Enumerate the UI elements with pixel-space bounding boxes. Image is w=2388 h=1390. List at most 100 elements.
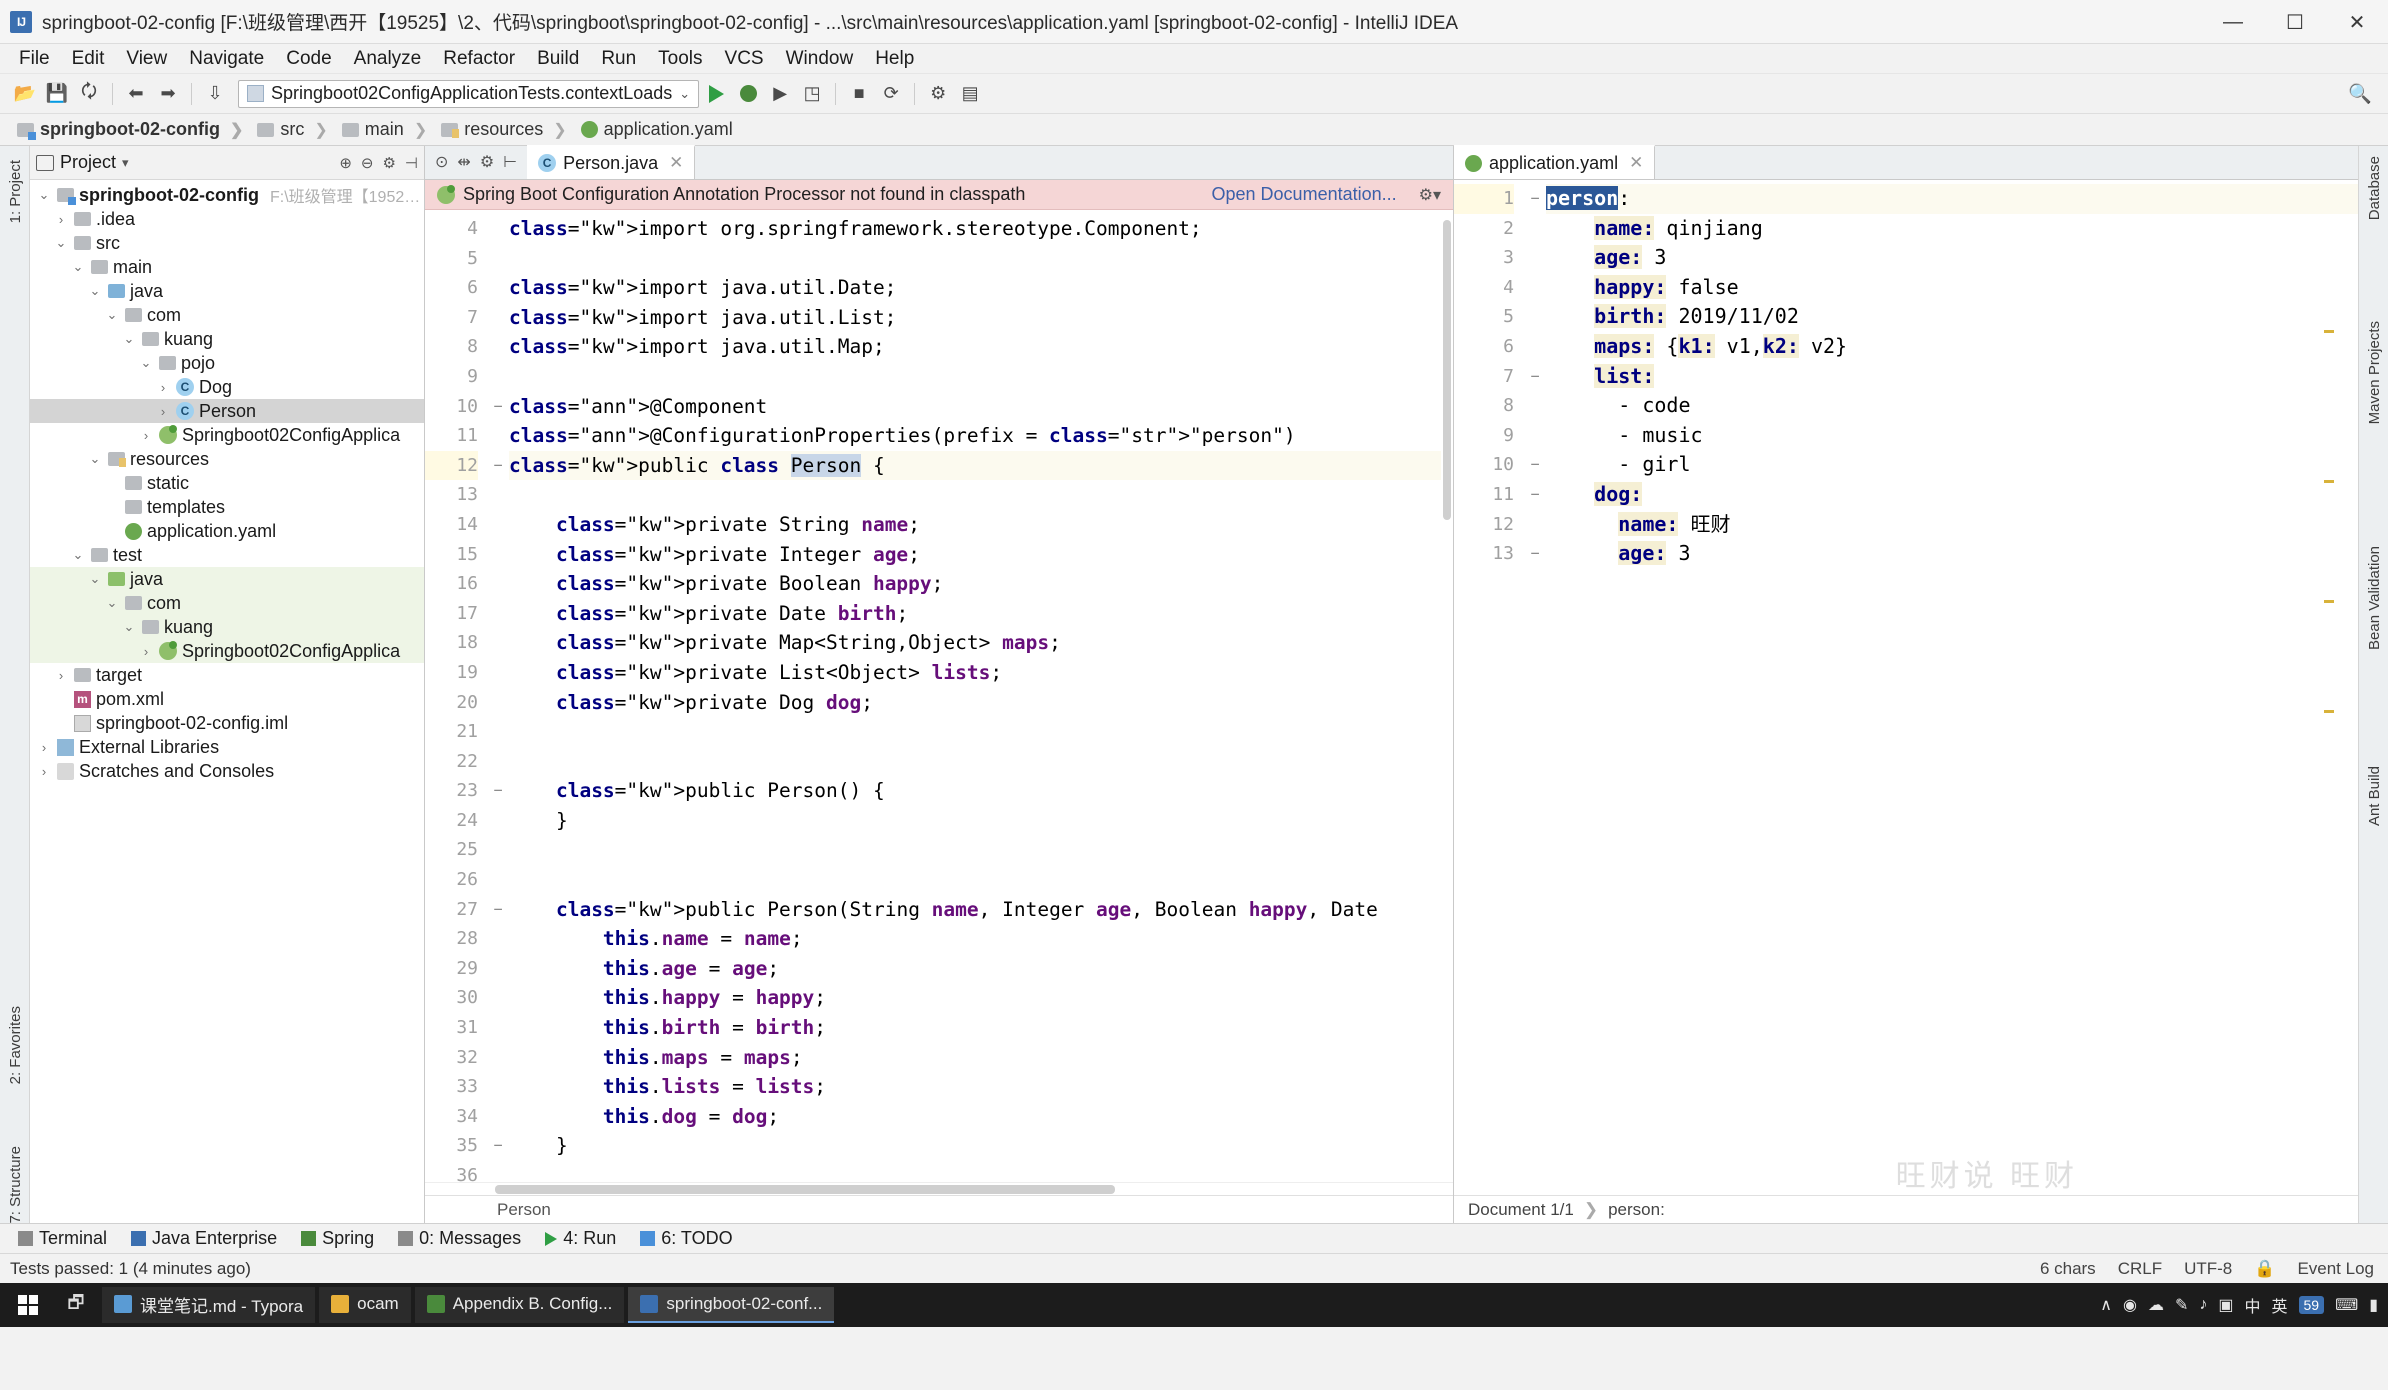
notification-badge[interactable]: 59 [2299,1296,2325,1314]
breadcrumb-item-resources[interactable]: resources ❯ [434,119,573,140]
code-line[interactable] [509,1161,1453,1182]
tree-expand-arrow[interactable]: › [138,428,154,443]
fold-marker[interactable] [487,421,509,451]
fold-marker[interactable] [487,332,509,362]
menu-analyze[interactable]: Analyze [343,46,433,72]
ime-chinese-icon[interactable]: 中 [2244,1293,2260,1317]
tree-expand-arrow[interactable]: ⌄ [121,331,137,347]
yaml-code-line[interactable]: - music [1546,421,2358,451]
bottom-tab-spring[interactable]: Spring [291,1226,384,1251]
back-icon[interactable]: ⬅ [121,79,151,109]
yaml-code-line[interactable]: list: [1546,362,2358,392]
fold-marker[interactable]: − [1524,450,1546,480]
java-fold-column[interactable]: −−−−−− [487,210,509,1182]
bottom-tab-messages[interactable]: 0: Messages [388,1226,531,1251]
status-bar[interactable]: Tests passed: 1 (4 minutes ago) 6 chars … [0,1253,2388,1283]
chevron-down-icon[interactable]: ⌄ [679,86,690,102]
tree-expand-arrow[interactable]: ⌄ [87,571,103,587]
close-icon[interactable]: ✕ [669,153,683,173]
java-horizontal-scrollbar[interactable] [425,1182,1453,1195]
rail-item-structure[interactable]: 7: Structure [0,1146,30,1224]
tree-expand-arrow[interactable]: › [155,404,171,419]
yaml-fold-column[interactable]: −−−−− [1524,180,1546,1195]
tree-node-scratches-and-consoles[interactable]: ›Scratches and Consoles [30,759,424,783]
yaml-code-line[interactable]: birth: 2019/11/02 [1546,302,2358,332]
tab-person-java[interactable]: C Person.java ✕ [527,145,695,179]
tree-expand-arrow[interactable]: › [53,212,69,227]
fold-marker[interactable] [487,569,509,599]
code-line[interactable]: this.dog = dog; [509,1102,1453,1132]
tray-app-icon-1[interactable]: ◉ [2123,1295,2137,1315]
code-line[interactable]: class="kw">private Date birth; [509,599,1453,629]
fold-marker[interactable] [487,214,509,244]
expand-all-icon[interactable]: ⊕ [339,154,352,172]
fold-marker[interactable]: − [487,895,509,925]
tree-node-springboot-02-config[interactable]: ⌄springboot-02-configF:\班级管理【19525】 [30,183,424,207]
tree-node-test[interactable]: ⌄test [30,543,424,567]
yaml-code-line[interactable]: name: qinjiang [1546,214,2358,244]
yaml-code-line[interactable]: happy: false [1546,273,2358,303]
tree-node-springboot02configapplica[interactable]: ›Springboot02ConfigApplica [30,639,424,663]
file-encoding[interactable]: UTF-8 [2184,1259,2232,1279]
breadcrumb-item-main[interactable]: main ❯ [335,119,434,140]
tree-node-resources[interactable]: ⌄resources [30,447,424,471]
fold-marker[interactable] [487,688,509,718]
menu-run[interactable]: Run [590,46,647,72]
event-log-button[interactable]: Event Log [2297,1259,2374,1279]
maximize-button[interactable]: ☐ [2264,0,2326,44]
fold-marker[interactable]: − [487,451,509,481]
profile-icon[interactable]: ◳ [797,79,827,109]
tree-node-kuang[interactable]: ⌄kuang [30,327,424,351]
code-line[interactable]: class="kw">private Map<String,Object> ma… [509,628,1453,658]
fold-marker[interactable]: − [1524,480,1546,510]
editor-tab-strip[interactable]: ⊙ ⇹ ⚙ ⊢ C Person.java ✕ [425,146,1453,180]
menu-vcs[interactable]: VCS [714,46,775,72]
fold-marker[interactable] [1524,510,1546,540]
forward-icon[interactable]: ➡ [153,79,183,109]
code-line[interactable]: } [509,806,1453,836]
code-line[interactable]: class="kw">import java.util.List; [509,303,1453,333]
tree-expand-arrow[interactable]: ⌄ [104,307,120,323]
yaml-code-line[interactable]: age: 3 [1546,539,2358,569]
tree-node-pojo[interactable]: ⌄pojo [30,351,424,375]
menu-build[interactable]: Build [526,46,590,72]
project-structure-icon[interactable]: ▤ [955,79,985,109]
fold-marker[interactable] [487,362,509,392]
tray-chevron-icon[interactable]: ∧ [2100,1295,2112,1315]
menu-tools[interactable]: Tools [647,46,713,72]
fold-marker[interactable] [487,510,509,540]
fold-marker[interactable] [487,658,509,688]
fold-marker[interactable] [487,599,509,629]
tree-expand-arrow[interactable]: ⌄ [121,619,137,635]
code-line[interactable]: this.birth = birth; [509,1013,1453,1043]
menu-code[interactable]: Code [275,46,342,72]
run-button[interactable] [701,79,731,109]
rail-item-ant-build[interactable]: Ant Build [2359,766,2388,826]
project-tool-window[interactable]: Project ▾ ⊕ ⊖ ⚙ ⊣ ⌄springboot-02-configF… [30,146,425,1223]
code-line[interactable]: this.age = age; [509,954,1453,984]
code-line[interactable]: this.maps = maps; [509,1043,1453,1073]
tree-node-static[interactable]: ›static [30,471,424,495]
yaml-tab-strip[interactable]: application.yaml ✕ [1454,146,2358,180]
breadcrumb-item-project[interactable]: springboot-02-config ❯ [10,119,250,140]
tree-expand-arrow[interactable]: › [155,380,171,395]
collapse-all-icon[interactable]: ⊖ [361,154,374,172]
code-line[interactable]: class="kw">import java.util.Date; [509,273,1453,303]
show-desktop-button[interactable]: ▮ [2369,1295,2378,1315]
tree-node-kuang[interactable]: ⌄kuang [30,615,424,639]
bottom-tab-run[interactable]: 4: Run [535,1226,626,1251]
fold-marker[interactable] [487,924,509,954]
locate-icon[interactable]: ⊙ [435,152,448,172]
code-line[interactable] [509,717,1453,747]
menu-refactor[interactable]: Refactor [432,46,526,72]
chevron-down-icon[interactable]: ▾ [122,155,129,171]
code-line[interactable]: class="kw">public class Person { [509,451,1453,481]
code-line[interactable]: class="ann">@Component [509,392,1453,422]
tree-expand-arrow[interactable]: › [36,764,52,779]
rail-item-project[interactable]: 1: Project [0,160,30,223]
code-line[interactable] [509,747,1453,777]
fold-marker[interactable] [487,806,509,836]
fold-marker[interactable] [1524,243,1546,273]
fold-marker[interactable] [487,865,509,895]
hide-icon[interactable]: ⊣ [405,154,418,172]
